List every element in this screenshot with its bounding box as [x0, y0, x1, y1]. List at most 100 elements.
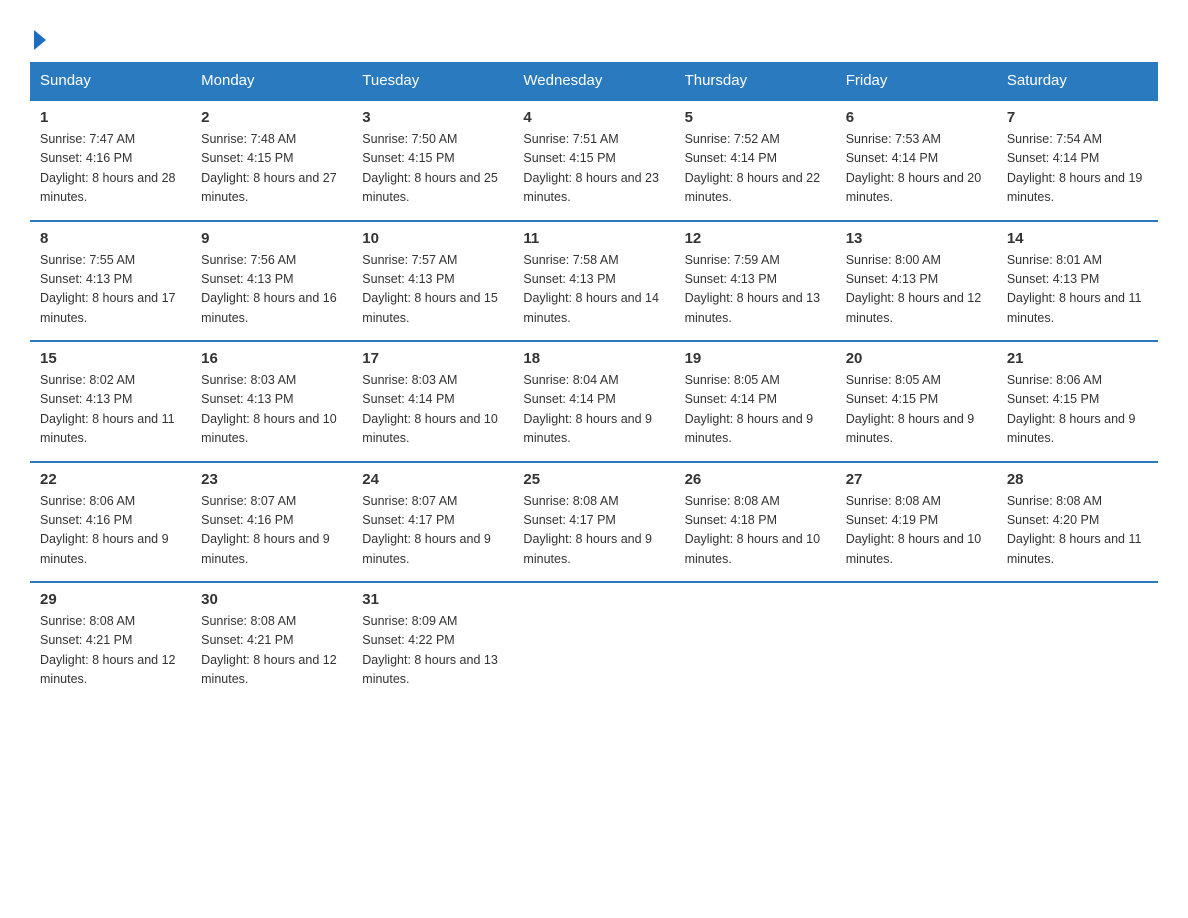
weekday-header-friday: Friday [836, 62, 997, 100]
day-number: 31 [362, 591, 503, 608]
day-info: Sunrise: 7:55 AMSunset: 4:13 PMDaylight:… [40, 251, 181, 329]
table-row: 2Sunrise: 7:48 AMSunset: 4:15 PMDaylight… [191, 100, 352, 221]
table-row [513, 582, 674, 702]
day-number: 23 [201, 471, 342, 488]
day-number: 13 [846, 230, 987, 247]
day-info: Sunrise: 8:03 AMSunset: 4:14 PMDaylight:… [362, 371, 503, 449]
weekday-header-row: SundayMondayTuesdayWednesdayThursdayFrid… [30, 62, 1158, 100]
weekday-header-wednesday: Wednesday [513, 62, 674, 100]
weekday-header-sunday: Sunday [30, 62, 191, 100]
table-row: 17 Sunrise: 8:03 AMSunset: 4:14 PMDayligh… [352, 341, 513, 462]
day-number: 21 [1007, 350, 1148, 367]
day-number: 11 [523, 230, 664, 247]
table-row: 30Sunrise: 8:08 AMSunset: 4:21 PMDayligh… [191, 582, 352, 702]
week-row-4: 22 Sunrise: 8:06 AMSunset: 4:16 PMDayligh… [30, 462, 1158, 583]
table-row: 14 Sunrise: 8:01 AMSunset: 4:13 PMDayligh… [997, 221, 1158, 342]
week-row-2: 8Sunrise: 7:55 AMSunset: 4:13 PMDaylight… [30, 221, 1158, 342]
day-info: Sunrise: 8:08 AMSunset: 4:17 PMDaylight:… [523, 492, 664, 570]
day-info: Sunrise: 7:56 AMSunset: 4:13 PMDaylight:… [201, 251, 342, 329]
day-info: Sunrise: 8:08 AMSunset: 4:18 PMDaylight:… [685, 492, 826, 570]
table-row: 28 Sunrise: 8:08 AMSunset: 4:20 PMDayligh… [997, 462, 1158, 583]
table-row: 5 Sunrise: 7:52 AMSunset: 4:14 PMDaylight… [675, 100, 836, 221]
table-row: 13 Sunrise: 8:00 AMSunset: 4:13 PMDayligh… [836, 221, 997, 342]
day-info: Sunrise: 7:53 AMSunset: 4:14 PMDaylight:… [846, 130, 987, 208]
page-header [30, 20, 1158, 46]
table-row: 4 Sunrise: 7:51 AMSunset: 4:15 PMDaylight… [513, 100, 674, 221]
calendar-table: SundayMondayTuesdayWednesdayThursdayFrid… [30, 62, 1158, 702]
day-number: 2 [201, 109, 342, 126]
day-info: Sunrise: 7:51 AMSunset: 4:15 PMDaylight:… [523, 130, 664, 208]
day-info: Sunrise: 8:08 AMSunset: 4:19 PMDaylight:… [846, 492, 987, 570]
week-row-3: 15 Sunrise: 8:02 AMSunset: 4:13 PMDayligh… [30, 341, 1158, 462]
day-number: 20 [846, 350, 987, 367]
day-number: 19 [685, 350, 826, 367]
day-info: Sunrise: 8:08 AMSunset: 4:21 PMDaylight:… [201, 612, 342, 690]
day-info: Sunrise: 8:06 AMSunset: 4:15 PMDaylight:… [1007, 371, 1148, 449]
table-row: 8Sunrise: 7:55 AMSunset: 4:13 PMDaylight… [30, 221, 191, 342]
day-info: Sunrise: 8:00 AMSunset: 4:13 PMDaylight:… [846, 251, 987, 329]
day-number: 25 [523, 471, 664, 488]
day-number: 9 [201, 230, 342, 247]
table-row: 3Sunrise: 7:50 AMSunset: 4:15 PMDaylight… [352, 100, 513, 221]
day-number: 1 [40, 109, 181, 126]
day-number: 16 [201, 350, 342, 367]
table-row [675, 582, 836, 702]
week-row-1: 1 Sunrise: 7:47 AMSunset: 4:16 PMDaylight… [30, 100, 1158, 221]
table-row: 15 Sunrise: 8:02 AMSunset: 4:13 PMDayligh… [30, 341, 191, 462]
day-info: Sunrise: 7:52 AMSunset: 4:14 PMDaylight:… [685, 130, 826, 208]
day-info: Sunrise: 8:05 AMSunset: 4:14 PMDaylight:… [685, 371, 826, 449]
table-row: 31 Sunrise: 8:09 AMSunset: 4:22 PMDayligh… [352, 582, 513, 702]
table-row: 20Sunrise: 8:05 AMSunset: 4:15 PMDayligh… [836, 341, 997, 462]
table-row: 11 Sunrise: 7:58 AMSunset: 4:13 PMDayligh… [513, 221, 674, 342]
day-number: 24 [362, 471, 503, 488]
day-number: 12 [685, 230, 826, 247]
day-info: Sunrise: 8:03 AMSunset: 4:13 PMDaylight:… [201, 371, 342, 449]
table-row: 21 Sunrise: 8:06 AMSunset: 4:15 PMDayligh… [997, 341, 1158, 462]
day-number: 5 [685, 109, 826, 126]
day-info: Sunrise: 7:58 AMSunset: 4:13 PMDaylight:… [523, 251, 664, 329]
day-info: Sunrise: 7:59 AMSunset: 4:13 PMDaylight:… [685, 251, 826, 329]
table-row: 9 Sunrise: 7:56 AMSunset: 4:13 PMDaylight… [191, 221, 352, 342]
day-info: Sunrise: 8:08 AMSunset: 4:21 PMDaylight:… [40, 612, 181, 690]
weekday-header-thursday: Thursday [675, 62, 836, 100]
day-info: Sunrise: 7:50 AMSunset: 4:15 PMDaylight:… [362, 130, 503, 208]
day-number: 7 [1007, 109, 1148, 126]
weekday-header-tuesday: Tuesday [352, 62, 513, 100]
day-info: Sunrise: 8:01 AMSunset: 4:13 PMDaylight:… [1007, 251, 1148, 329]
table-row: 25 Sunrise: 8:08 AMSunset: 4:17 PMDayligh… [513, 462, 674, 583]
table-row: 18 Sunrise: 8:04 AMSunset: 4:14 PMDayligh… [513, 341, 674, 462]
weekday-header-saturday: Saturday [997, 62, 1158, 100]
weekday-header-monday: Monday [191, 62, 352, 100]
day-number: 17 [362, 350, 503, 367]
day-info: Sunrise: 8:02 AMSunset: 4:13 PMDaylight:… [40, 371, 181, 449]
day-info: Sunrise: 8:08 AMSunset: 4:20 PMDaylight:… [1007, 492, 1148, 570]
logo-arrow-icon [34, 30, 46, 50]
day-number: 29 [40, 591, 181, 608]
day-number: 4 [523, 109, 664, 126]
table-row: 26Sunrise: 8:08 AMSunset: 4:18 PMDayligh… [675, 462, 836, 583]
day-number: 28 [1007, 471, 1148, 488]
table-row: 29 Sunrise: 8:08 AMSunset: 4:21 PMDayligh… [30, 582, 191, 702]
table-row: 24Sunrise: 8:07 AMSunset: 4:17 PMDayligh… [352, 462, 513, 583]
table-row: 10Sunrise: 7:57 AMSunset: 4:13 PMDayligh… [352, 221, 513, 342]
day-number: 22 [40, 471, 181, 488]
table-row: 1 Sunrise: 7:47 AMSunset: 4:16 PMDaylight… [30, 100, 191, 221]
day-info: Sunrise: 8:04 AMSunset: 4:14 PMDaylight:… [523, 371, 664, 449]
day-info: Sunrise: 7:47 AMSunset: 4:16 PMDaylight:… [40, 130, 181, 208]
logo [30, 20, 46, 46]
table-row: 6Sunrise: 7:53 AMSunset: 4:14 PMDaylight… [836, 100, 997, 221]
table-row: 27 Sunrise: 8:08 AMSunset: 4:19 PMDayligh… [836, 462, 997, 583]
table-row: 22 Sunrise: 8:06 AMSunset: 4:16 PMDayligh… [30, 462, 191, 583]
table-row: 19 Sunrise: 8:05 AMSunset: 4:14 PMDayligh… [675, 341, 836, 462]
day-info: Sunrise: 8:09 AMSunset: 4:22 PMDaylight:… [362, 612, 503, 690]
table-row: 7 Sunrise: 7:54 AMSunset: 4:14 PMDaylight… [997, 100, 1158, 221]
day-number: 14 [1007, 230, 1148, 247]
day-info: Sunrise: 8:06 AMSunset: 4:16 PMDaylight:… [40, 492, 181, 570]
day-number: 18 [523, 350, 664, 367]
table-row: 23Sunrise: 8:07 AMSunset: 4:16 PMDayligh… [191, 462, 352, 583]
day-number: 27 [846, 471, 987, 488]
day-number: 15 [40, 350, 181, 367]
day-info: Sunrise: 7:54 AMSunset: 4:14 PMDaylight:… [1007, 130, 1148, 208]
table-row: 12 Sunrise: 7:59 AMSunset: 4:13 PMDayligh… [675, 221, 836, 342]
table-row [836, 582, 997, 702]
